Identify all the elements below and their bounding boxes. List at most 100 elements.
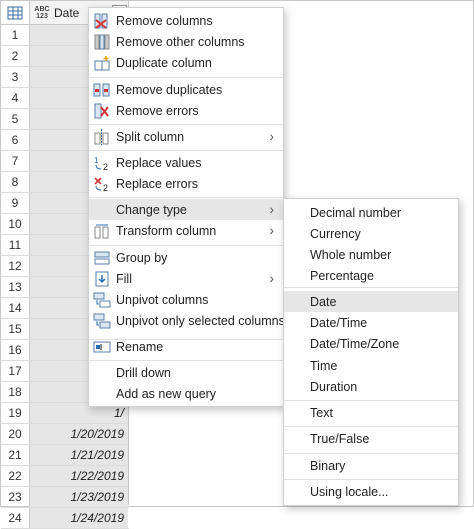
data-type-any-icon[interactable]: ABC 123	[33, 6, 51, 20]
table-row: 24 1/24/2019	[1, 508, 129, 529]
menu-item-split-column[interactable]: Split column ›	[89, 126, 283, 147]
type-option-label: Date/Time	[310, 315, 368, 330]
table-menu-icon[interactable]	[1, 1, 30, 24]
menu-item-label: Transform column	[116, 223, 217, 238]
type-option-true-false[interactable]: True/False	[284, 428, 458, 449]
replace-values-icon: 12	[93, 155, 111, 172]
row-number: 2	[1, 46, 30, 66]
type-option-label: Date/Time/Zone	[310, 336, 400, 351]
change-type-submenu: Decimal number Currency Whole number Percen…	[283, 198, 459, 506]
menu-item-replace-values[interactable]: 1 2 Replace values	[89, 152, 283, 173]
row-number: 4	[1, 88, 30, 108]
type-option-label: Date	[310, 294, 337, 309]
rename-icon	[93, 339, 111, 355]
menu-item-label: Drill down	[116, 365, 171, 380]
menu-item-duplicate-column[interactable]: Duplicate column	[89, 52, 283, 73]
transform-column-icon	[93, 223, 111, 239]
type-option-currency[interactable]: Currency	[284, 223, 458, 244]
row-number: 23	[1, 487, 30, 507]
menu-separator	[284, 400, 458, 401]
svg-text:2: 2	[103, 162, 108, 171]
menu-item-rename[interactable]: Rename	[89, 336, 283, 357]
type-option-label: Duration	[310, 379, 358, 394]
blank-icon	[93, 202, 111, 218]
chevron-right-icon: ›	[269, 222, 274, 238]
date-cell[interactable]: 1/22/2019	[30, 466, 128, 486]
row-number: 20	[1, 424, 30, 444]
type-option-label: Binary	[310, 458, 346, 473]
table-row: 23 1/23/2019	[1, 487, 129, 508]
type-option-label: Percentage	[310, 268, 374, 283]
menu-item-label: Unpivot columns	[116, 292, 209, 307]
type-option-using-locale[interactable]: Using locale...	[284, 481, 458, 502]
replace-errors-icon: 2	[93, 176, 111, 193]
date-cell[interactable]: 1/24/2019	[30, 508, 128, 528]
date-cell[interactable]: 1/20/2019	[30, 424, 128, 444]
type-option-date-time[interactable]: Date/Time	[284, 312, 458, 333]
type-option-time[interactable]: Time	[284, 355, 458, 376]
table-row: 22 1/22/2019	[1, 466, 129, 487]
type-option-duration[interactable]: Duration	[284, 376, 458, 397]
menu-item-remove-errors[interactable]: Remove errors	[89, 100, 283, 121]
column-context-menu: Remove columns Remove other columns Duplic…	[88, 7, 285, 407]
type-option-label: Decimal number	[310, 205, 402, 220]
menu-item-remove-columns[interactable]: Remove columns	[89, 10, 283, 31]
row-number: 22	[1, 466, 30, 486]
menu-item-unpivot-only-selected-columns[interactable]: Unpivot only selected columns	[89, 310, 285, 331]
row-number: 24	[1, 508, 30, 528]
unpivot-selected-icon	[93, 313, 111, 329]
type-option-label: Text	[310, 405, 333, 420]
blank-icon	[93, 386, 111, 402]
duplicate-column-icon	[93, 55, 111, 71]
type-option-percentage[interactable]: Percentage	[284, 265, 458, 286]
row-number: 9	[1, 193, 30, 213]
row-number: 1	[1, 25, 30, 45]
menu-item-replace-errors[interactable]: 2 Replace errors	[89, 173, 283, 194]
menu-item-change-type[interactable]: Change type ›	[89, 199, 283, 220]
menu-item-label: Rename	[116, 339, 164, 354]
type-option-label: Time	[310, 358, 338, 373]
split-column-icon	[93, 128, 111, 145]
type-option-binary[interactable]: Binary	[284, 455, 458, 476]
menu-separator	[89, 245, 283, 246]
menu-item-label: Replace errors	[116, 176, 198, 191]
menu-item-label: Remove columns	[116, 13, 213, 28]
type-option-whole-number[interactable]: Whole number	[284, 244, 458, 265]
chevron-right-icon: ›	[269, 270, 274, 286]
type-option-date[interactable]: Date	[284, 291, 458, 312]
menu-item-transform-column[interactable]: Transform column ›	[89, 220, 283, 241]
type-option-decimal-number[interactable]: Decimal number	[284, 202, 458, 223]
menu-item-fill[interactable]: Fill ›	[89, 268, 283, 289]
menu-item-label: Add as new query	[116, 386, 217, 401]
menu-item-label: Remove errors	[116, 103, 199, 118]
remove-duplicates-icon	[93, 82, 111, 98]
menu-separator	[284, 479, 458, 480]
type-option-date-time-zone[interactable]: Date/Time/Zone	[284, 333, 458, 354]
menu-item-group-by[interactable]: Group by	[89, 247, 283, 268]
menu-item-label: Replace values	[116, 155, 202, 170]
menu-separator	[89, 77, 283, 78]
menu-item-label: Duplicate column	[116, 55, 212, 70]
row-number: 18	[1, 382, 30, 402]
type-option-label: Using locale...	[310, 484, 389, 499]
row-number: 3	[1, 67, 30, 87]
menu-item-unpivot-columns[interactable]: Unpivot columns	[89, 289, 283, 310]
remove-other-columns-icon	[93, 34, 111, 50]
row-number: 16	[1, 340, 30, 360]
row-number: 10	[1, 214, 30, 234]
date-cell[interactable]: 1/23/2019	[30, 487, 128, 507]
type-option-label: Currency	[310, 226, 361, 241]
menu-item-label: Unpivot only selected columns	[116, 313, 285, 328]
menu-separator	[89, 124, 283, 125]
menu-item-drill-down[interactable]: Drill down	[89, 362, 283, 383]
menu-separator	[284, 426, 458, 427]
date-cell[interactable]: 1/21/2019	[30, 445, 128, 465]
type-option-label: Whole number	[310, 247, 392, 262]
type-option-text[interactable]: Text	[284, 402, 458, 423]
menu-item-remove-duplicates[interactable]: Remove duplicates	[89, 79, 283, 100]
row-number: 7	[1, 151, 30, 171]
menu-item-label: Remove duplicates	[116, 82, 223, 97]
menu-item-add-as-new-query[interactable]: Add as new query	[89, 383, 283, 404]
menu-separator	[284, 453, 458, 454]
menu-item-remove-other-columns[interactable]: Remove other columns	[89, 31, 283, 52]
